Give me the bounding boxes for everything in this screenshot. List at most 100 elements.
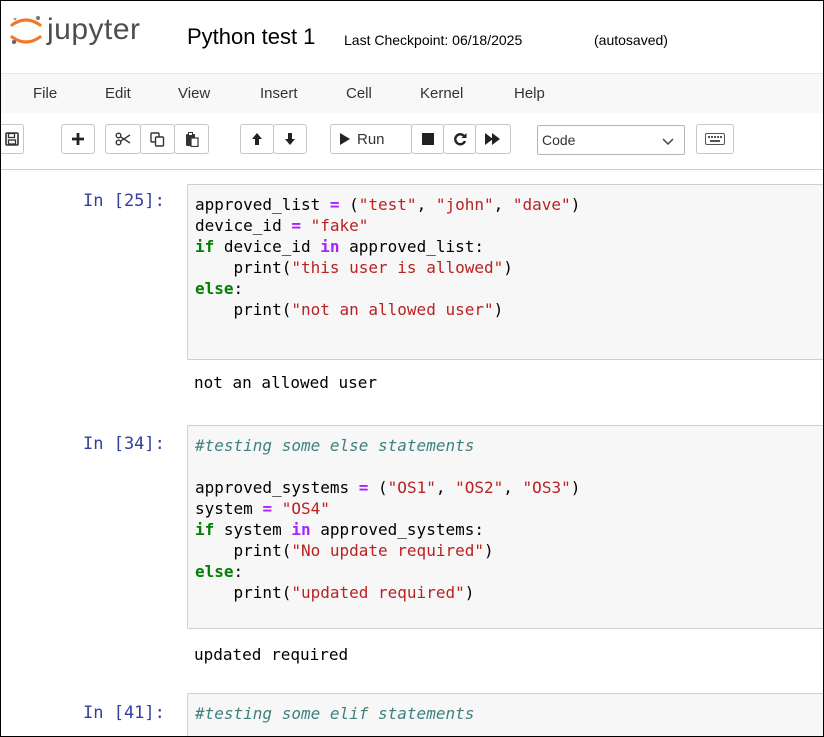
code-token: "not an allowed user" — [291, 300, 494, 319]
interrupt-button[interactable] — [411, 124, 444, 154]
code-token: #testing some elif statements — [195, 704, 475, 723]
plus-icon — [71, 132, 85, 146]
code-input[interactable]: #testing some else statements approved_sy… — [187, 425, 823, 629]
save-button[interactable] — [1, 124, 24, 154]
copy-icon — [150, 131, 165, 147]
code-token: in — [291, 520, 311, 539]
autosave-status: (autosaved) — [594, 32, 668, 48]
jupyter-logo[interactable]: jupyter — [9, 13, 141, 47]
header: jupyter Python test 1 Last Checkpoint: 0… — [1, 1, 823, 73]
cut-button[interactable] — [105, 124, 141, 154]
arrow-down-icon — [284, 132, 296, 146]
code-token: "test" — [358, 195, 417, 214]
code-token: ) — [493, 300, 504, 319]
insert-cell-button[interactable] — [61, 124, 95, 154]
fast-forward-icon — [485, 133, 501, 145]
code-cell[interactable]: In [41]: #testing some elif statements — [1, 692, 823, 736]
code-token: "dave" — [512, 195, 571, 214]
code-token: else — [195, 279, 234, 298]
notebook-container: In [25]: approved_list = ("test", "john"… — [1, 170, 823, 736]
code-line: print("updated required") — [195, 582, 580, 603]
menu-cell[interactable]: Cell — [346, 85, 372, 103]
code-token: ( — [368, 478, 388, 497]
code-token: "OS3" — [522, 478, 571, 497]
jupyter-notebook-window: jupyter Python test 1 Last Checkpoint: 0… — [0, 0, 824, 737]
toolbar: Run Code — [1, 113, 823, 170]
move-down-button[interactable] — [273, 124, 307, 154]
chevron-down-icon — [662, 128, 674, 156]
menu-view[interactable]: View — [178, 85, 210, 103]
code-token: ) — [464, 583, 475, 602]
cell-output: updated required — [194, 645, 349, 664]
code-line: system = "OS4" — [195, 498, 580, 519]
menu-help[interactable]: Help — [514, 85, 545, 103]
save-icon — [4, 132, 19, 146]
code-input[interactable]: #testing some elif statements — [187, 693, 823, 736]
notebook-title[interactable]: Python test 1 — [187, 24, 315, 50]
code-line: approved_systems = ("OS1", "OS2", "OS3") — [195, 477, 580, 498]
code-token: device_id — [195, 216, 292, 235]
code-token: #testing some else statements — [195, 436, 475, 455]
arrow-up-icon — [251, 132, 263, 146]
cell-output: not an allowed user — [194, 373, 378, 392]
code-cell[interactable]: In [34]: #testing some else statements ap… — [1, 423, 823, 671]
run-button[interactable]: Run — [330, 124, 412, 154]
move-up-button[interactable] — [240, 124, 274, 154]
input-prompt: In [25]: — [83, 191, 165, 211]
code-token: print( — [195, 258, 292, 277]
code-token: approved_list: — [339, 237, 484, 256]
code-token: system — [195, 499, 263, 518]
code-token: "updated required" — [291, 583, 465, 602]
code-token: : — [233, 562, 244, 581]
code-token: , — [435, 478, 456, 497]
input-prompt: In [34]: — [83, 434, 165, 454]
cell-type-select[interactable]: Code — [537, 125, 685, 155]
code-token: "this user is allowed" — [291, 258, 504, 277]
code-token: = — [262, 499, 273, 518]
menu-file[interactable]: File — [33, 85, 57, 103]
code-line: print("No update required") — [195, 540, 580, 561]
menu-insert[interactable]: Insert — [260, 85, 298, 103]
code-token: "OS4" — [281, 499, 330, 518]
code-input[interactable]: approved_list = ("test", "john", "dave")… — [187, 184, 823, 360]
code-token: : — [233, 279, 244, 298]
play-icon — [339, 133, 351, 145]
code-token: if — [195, 520, 215, 539]
code-token: print( — [195, 300, 292, 319]
code-token: print( — [195, 541, 292, 560]
code-text: #testing some else statements approved_sy… — [195, 435, 580, 603]
code-token: ) — [570, 195, 581, 214]
code-token: , — [503, 478, 523, 497]
code-token: "fake" — [310, 216, 369, 235]
code-line: approved_list = ("test", "john", "dave") — [195, 194, 580, 215]
copy-button[interactable] — [140, 124, 175, 154]
code-line: else: — [195, 278, 580, 299]
logo-text: jupyter — [47, 13, 141, 46]
code-token: ( — [339, 195, 359, 214]
code-token: else — [195, 562, 234, 581]
code-cell[interactable]: In [25]: approved_list = ("test", "john"… — [1, 177, 823, 402]
code-token: if — [195, 237, 215, 256]
code-token: ) — [503, 258, 513, 277]
code-line: else: — [195, 561, 580, 582]
menu-edit[interactable]: Edit — [105, 85, 131, 103]
last-checkpoint: Last Checkpoint: 06/18/2025 — [344, 32, 523, 48]
code-token: = — [291, 216, 301, 235]
paste-button[interactable] — [174, 124, 209, 154]
code-token: approved_systems: — [310, 520, 484, 539]
restart-button[interactable] — [443, 124, 476, 154]
menu-bar: File Edit View Insert Cell Kernel Help — [1, 73, 823, 115]
code-line: print("not an allowed user") — [195, 299, 580, 320]
code-line: #testing some else statements — [195, 435, 580, 456]
code-token: = — [329, 195, 340, 214]
jupyter-logo-icon — [9, 13, 43, 47]
code-token: "john" — [435, 195, 494, 214]
code-text: approved_list = ("test", "john", "dave")… — [195, 194, 580, 320]
restart-run-all-button[interactable] — [475, 124, 511, 154]
command-palette-button[interactable] — [696, 124, 734, 154]
paste-icon — [185, 131, 199, 147]
code-token: ) — [570, 478, 581, 497]
menu-kernel[interactable]: Kernel — [420, 85, 463, 103]
